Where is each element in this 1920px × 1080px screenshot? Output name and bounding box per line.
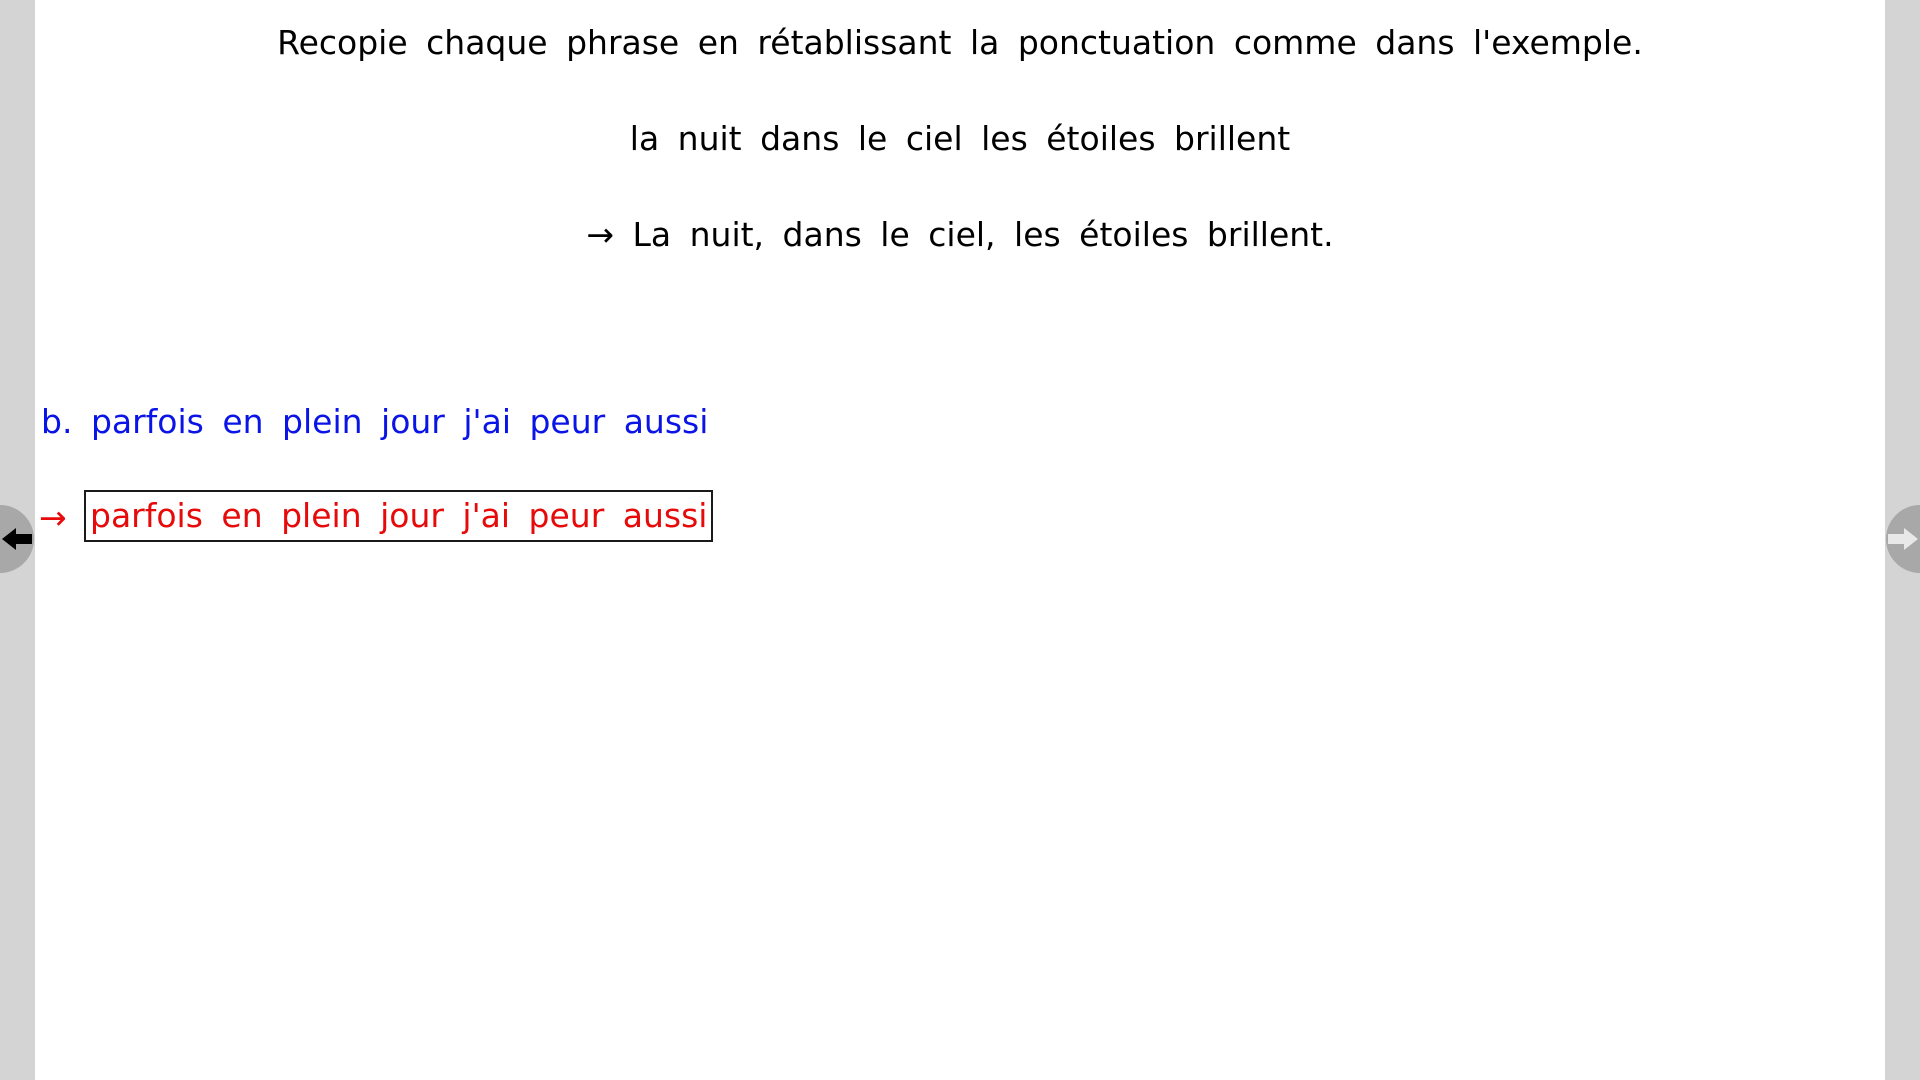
example-sentence: la nuit dans le ciel les étoiles brillen… xyxy=(629,119,1291,158)
instruction-text: Recopie chaque phrase en rétablissant la… xyxy=(277,23,1643,62)
answer-input[interactable]: parfois en plein jour j'ai peur aussi xyxy=(84,490,714,542)
arrow-right-icon xyxy=(1888,528,1918,550)
exercise-item-label: b. xyxy=(41,402,73,441)
exercise-item: b. parfois en plein jour j'ai peur aussi xyxy=(41,402,708,442)
previous-page-button[interactable] xyxy=(0,505,34,573)
next-page-button[interactable] xyxy=(1886,505,1920,573)
answer-arrow-icon: → xyxy=(39,498,67,537)
exercise-page: Recopie chaque phrase en rétablissant la… xyxy=(35,0,1885,1080)
example-answer: → La nuit, dans le ciel, les étoiles bri… xyxy=(586,215,1334,254)
exercise-item-sentence: parfois en plein jour j'ai peur aussi xyxy=(90,402,709,441)
arrow-left-icon xyxy=(2,528,32,550)
